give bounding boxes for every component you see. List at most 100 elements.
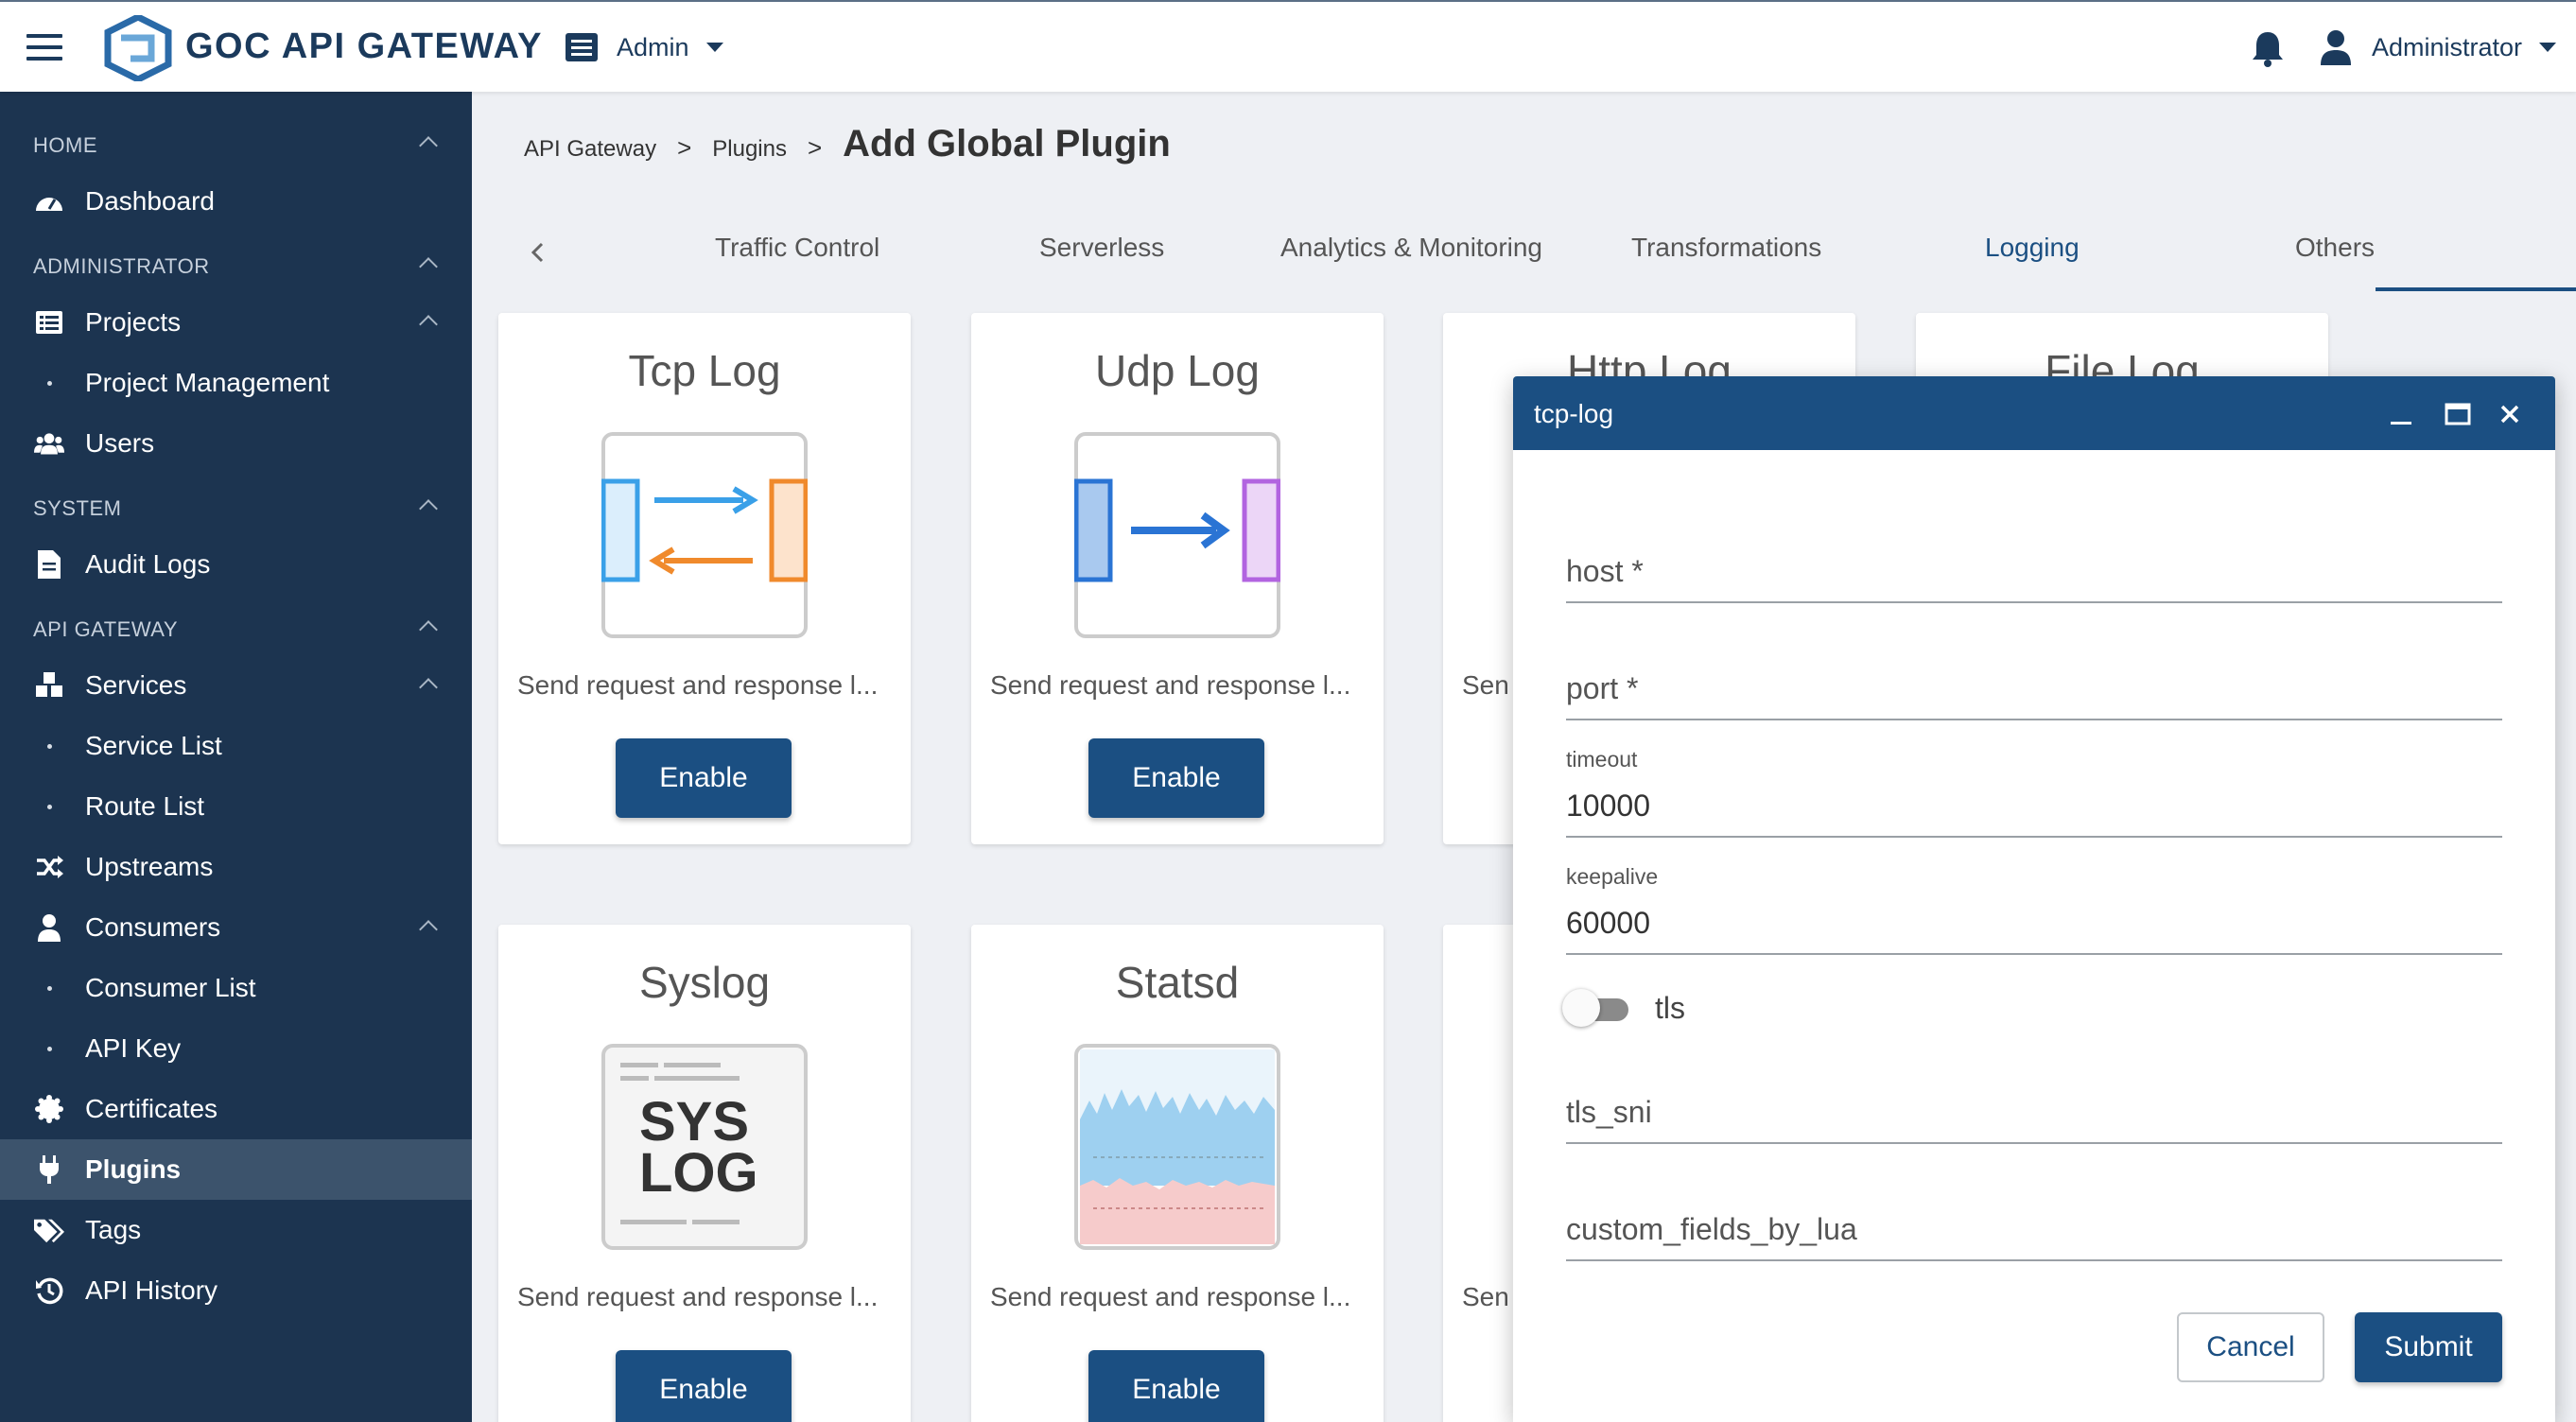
role-menu[interactable]: Admin bbox=[566, 28, 723, 66]
category-tabs: Traffic Control Serverless Analytics & M… bbox=[492, 217, 2576, 293]
chevron-up-icon bbox=[419, 920, 438, 939]
sidebar-item-certificates[interactable]: Certificates bbox=[0, 1079, 472, 1139]
breadcrumb-api-gateway[interactable]: API Gateway bbox=[524, 136, 656, 163]
cancel-button[interactable]: Cancel bbox=[2177, 1312, 2324, 1382]
plugin-title: Tcp Log bbox=[628, 346, 781, 395]
cubes-icon bbox=[34, 670, 64, 701]
port-field[interactable]: port * bbox=[1566, 664, 2502, 720]
tls-toggle[interactable] bbox=[1562, 987, 1634, 1029]
sidebar-item-consumers[interactable]: Consumers bbox=[0, 897, 472, 958]
bullet-icon bbox=[47, 804, 52, 809]
dashboard-icon bbox=[34, 186, 64, 217]
tab-logging[interactable]: Logging bbox=[1985, 233, 2080, 263]
sidebar-item-tags[interactable]: Tags bbox=[0, 1200, 472, 1260]
sidebar-item-consumer-list[interactable]: Consumer List bbox=[0, 958, 472, 1018]
tab-analytics-monitoring[interactable]: Analytics & Monitoring bbox=[1280, 233, 1542, 263]
svg-text:LOG: LOG bbox=[639, 1142, 758, 1204]
user-menu[interactable]: Administrator bbox=[2319, 26, 2557, 68]
hamburger-menu-icon[interactable] bbox=[26, 34, 62, 61]
page-title: Add Global Plugin bbox=[843, 123, 1171, 165]
chevron-up-icon[interactable] bbox=[419, 499, 438, 518]
tcp-log-icon bbox=[601, 432, 808, 638]
sidebar-item-route-list[interactable]: Route List bbox=[0, 776, 472, 837]
submit-button[interactable]: Submit bbox=[2355, 1312, 2502, 1382]
sidebar-item-label: Users bbox=[85, 428, 155, 458]
section-system: SYSTEM bbox=[33, 496, 122, 520]
sidebar-item-label: Consumers bbox=[85, 912, 221, 942]
sidebar-item-label: Service List bbox=[85, 731, 222, 760]
caret-down-icon bbox=[2539, 43, 2557, 52]
sidebar-item-service-list[interactable]: Service List bbox=[0, 716, 472, 776]
tab-traffic-control[interactable]: Traffic Control bbox=[715, 233, 879, 263]
timeout-field[interactable]: timeout 10000 bbox=[1566, 747, 2502, 838]
host-field[interactable]: host * bbox=[1566, 546, 2502, 603]
sidebar-item-project-management[interactable]: Project Management bbox=[0, 353, 472, 413]
user-avatar-icon bbox=[2321, 30, 2351, 65]
document-icon bbox=[34, 549, 64, 580]
shuffle-icon bbox=[34, 852, 64, 882]
notification-bell-icon[interactable] bbox=[2249, 28, 2287, 68]
minimize-icon[interactable] bbox=[2383, 397, 2417, 431]
tls-sni-label: tls_sni bbox=[1566, 1095, 1652, 1129]
sidebar-item-api-history[interactable]: API History bbox=[0, 1260, 472, 1321]
chevron-up-icon[interactable] bbox=[419, 620, 438, 639]
tab-serverless[interactable]: Serverless bbox=[1039, 233, 1164, 263]
tab-transformations[interactable]: Transformations bbox=[1631, 233, 1821, 263]
plugin-card-syslog: Syslog SYS LOG Send request and response… bbox=[498, 925, 911, 1422]
top-bar: GOC API GATEWAY Admin Administrator bbox=[0, 0, 2576, 92]
chevron-up-icon bbox=[419, 315, 438, 334]
udp-log-icon bbox=[1074, 432, 1280, 638]
custom-fields-by-lua-field[interactable]: custom_fields_by_lua bbox=[1566, 1205, 2502, 1261]
sidebar-item-label: Project Management bbox=[85, 368, 330, 397]
bullet-icon bbox=[47, 743, 52, 749]
maximize-icon[interactable] bbox=[2440, 397, 2474, 431]
sidebar-item-label: Projects bbox=[85, 307, 182, 337]
history-icon bbox=[34, 1275, 64, 1306]
close-icon[interactable] bbox=[2493, 397, 2527, 431]
port-label: port * bbox=[1566, 671, 1639, 705]
enable-button[interactable]: Enable bbox=[1088, 1350, 1264, 1422]
breadcrumb-separator: > bbox=[807, 133, 823, 162]
chevron-left-icon[interactable] bbox=[524, 238, 552, 267]
chevron-up-icon bbox=[419, 678, 438, 697]
tls-label: tls bbox=[1655, 991, 1685, 1025]
host-label: host * bbox=[1566, 554, 1644, 588]
sidebar-item-label: Services bbox=[85, 670, 187, 700]
plugin-card-statsd: Statsd Send request and response l... En… bbox=[971, 925, 1384, 1422]
breadcrumb-plugins[interactable]: Plugins bbox=[712, 136, 787, 163]
tab-others[interactable]: Others bbox=[2295, 233, 2375, 263]
plugin-description: Send request and response l... bbox=[517, 670, 879, 700]
brand-logo bbox=[104, 15, 172, 81]
users-icon bbox=[34, 428, 64, 459]
sidebar-item-label: Dashboard bbox=[85, 186, 215, 216]
enable-button[interactable]: Enable bbox=[616, 738, 792, 818]
enable-button[interactable]: Enable bbox=[616, 1350, 792, 1422]
enable-button[interactable]: Enable bbox=[1088, 738, 1264, 818]
timeout-value: 10000 bbox=[1566, 789, 1650, 823]
section-home: HOME bbox=[33, 133, 97, 157]
syslog-icon: SYS LOG bbox=[601, 1044, 808, 1250]
sidebar-item-upstreams[interactable]: Upstreams bbox=[0, 837, 472, 897]
sidebar-item-audit-logs[interactable]: Audit Logs bbox=[0, 534, 472, 595]
bullet-icon bbox=[47, 985, 52, 991]
sidebar-item-label: Upstreams bbox=[85, 852, 214, 881]
sidebar-item-projects[interactable]: Projects bbox=[0, 292, 472, 353]
sidebar-item-plugins[interactable]: Plugins bbox=[0, 1139, 472, 1200]
sidebar-item-label: Consumer List bbox=[85, 973, 256, 1002]
custom-fields-by-lua-label: custom_fields_by_lua bbox=[1566, 1212, 1857, 1246]
sidebar-item-label: API History bbox=[85, 1275, 218, 1305]
caret-down-icon bbox=[705, 43, 723, 52]
sidebar-item-label: Tags bbox=[85, 1215, 142, 1244]
tls-sni-field[interactable]: tls_sni bbox=[1566, 1087, 2502, 1144]
sidebar-item-users[interactable]: Users bbox=[0, 413, 472, 474]
chevron-up-icon[interactable] bbox=[419, 136, 438, 155]
keepalive-field[interactable]: keepalive 60000 bbox=[1566, 864, 2502, 955]
sidebar-item-dashboard[interactable]: Dashboard bbox=[0, 171, 472, 232]
sidebar-item-label: Audit Logs bbox=[85, 549, 211, 579]
sidebar: HOME Dashboard ADMINISTRATOR Projects Pr… bbox=[0, 92, 472, 1422]
sidebar-item-services[interactable]: Services bbox=[0, 655, 472, 716]
role-menu-label: Admin bbox=[617, 32, 689, 61]
chevron-up-icon[interactable] bbox=[419, 257, 438, 276]
section-administrator: ADMINISTRATOR bbox=[33, 254, 210, 278]
sidebar-item-api-key[interactable]: API Key bbox=[0, 1018, 472, 1079]
